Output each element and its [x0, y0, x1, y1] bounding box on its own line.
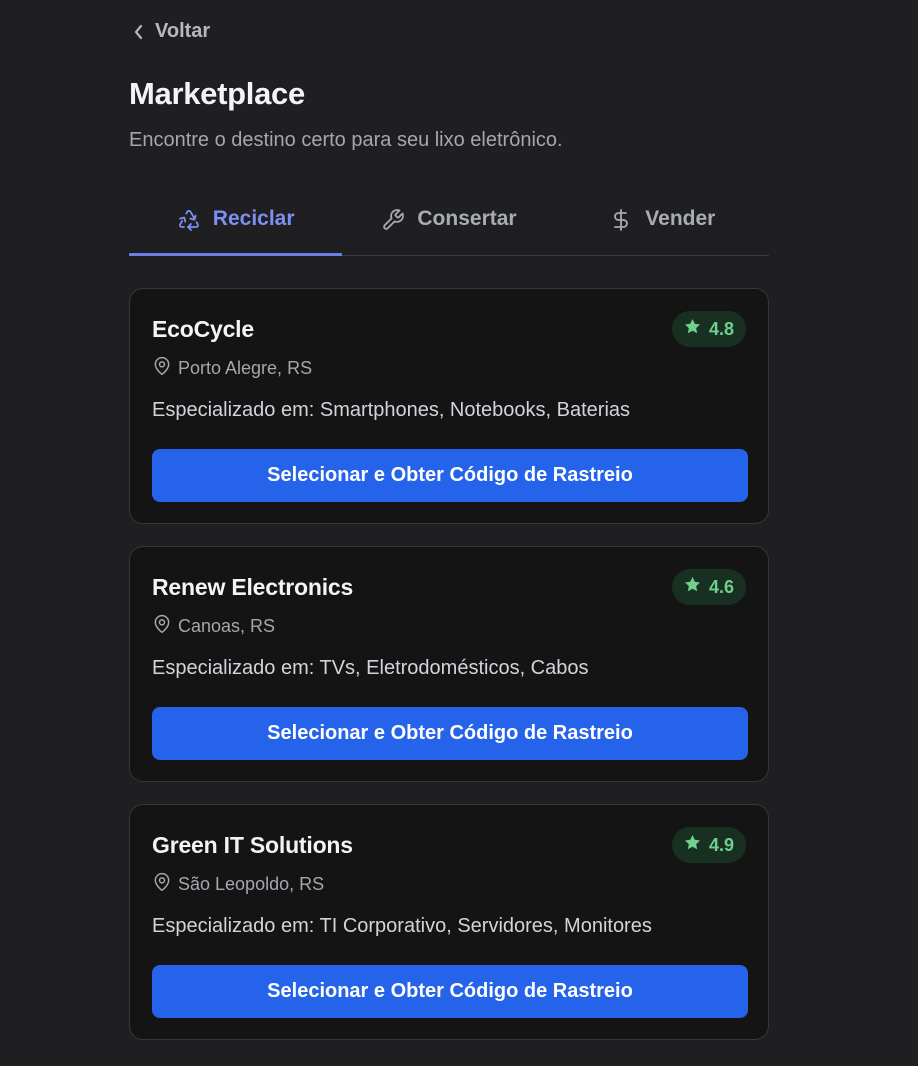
- marketplace-page: Voltar Marketplace Encontre o destino ce…: [0, 0, 918, 1066]
- card-specialty: Especializado em: TVs, Eletrodomésticos,…: [152, 657, 589, 679]
- card-location: Canoas, RS: [152, 614, 275, 639]
- dollar-icon: [609, 207, 633, 232]
- select-tracking-button[interactable]: Selecionar e Obter Código de Rastreio: [152, 707, 748, 760]
- tab-consertar[interactable]: Consertar: [342, 196, 555, 255]
- card-location: Porto Alegre, RS: [152, 356, 312, 381]
- back-label: Voltar: [155, 20, 211, 42]
- tab-label: Vender: [645, 207, 716, 230]
- star-icon: [683, 833, 702, 857]
- tab-label: Consertar: [417, 207, 517, 230]
- rating-value: 4.8: [708, 318, 734, 339]
- page-subtitle: Encontre o destino certo para seu lixo e…: [129, 129, 563, 151]
- star-icon: [683, 575, 702, 599]
- rating-value: 4.9: [708, 834, 734, 855]
- location-text: Canoas, RS: [178, 616, 276, 636]
- star-icon: [683, 317, 702, 341]
- tab-vender[interactable]: Vender: [556, 196, 769, 255]
- location-text: São Leopoldo, RS: [178, 874, 325, 894]
- card-title: Green IT Solutions: [152, 832, 353, 858]
- recycler-card: Green IT Solutions 4.9 São Leopoldo, RS …: [129, 804, 769, 1040]
- select-tracking-button[interactable]: Selecionar e Obter Código de Rastreio: [152, 449, 748, 502]
- card-location: São Leopoldo, RS: [152, 872, 324, 897]
- map-pin-icon: [152, 356, 172, 381]
- rating-value: 4.6: [708, 576, 734, 597]
- tab-label: Reciclar: [212, 207, 295, 230]
- page-title: Marketplace: [129, 76, 305, 111]
- rating-badge: 4.6: [671, 569, 746, 605]
- select-tracking-button[interactable]: Selecionar e Obter Código de Rastreio: [152, 965, 748, 1018]
- map-pin-icon: [152, 614, 172, 639]
- card-title: Renew Electronics: [152, 574, 354, 600]
- card-specialty: Especializado em: TI Corporativo, Servid…: [152, 915, 652, 937]
- card-title: EcoCycle: [152, 316, 254, 342]
- tab-bar: Reciclar Consertar Vender: [129, 196, 769, 256]
- recycler-card: Renew Electronics 4.6 Canoas, RS Especia…: [129, 546, 769, 782]
- map-pin-icon: [152, 872, 172, 897]
- card-specialty: Especializado em: Smartphones, Notebooks…: [152, 399, 631, 421]
- recycler-card: EcoCycle 4.8 Porto Alegre, RS Especializ…: [129, 288, 769, 524]
- wrench-icon: [381, 207, 405, 232]
- chevron-left-icon: [133, 24, 145, 40]
- location-text: Porto Alegre, RS: [178, 358, 313, 378]
- rating-badge: 4.8: [671, 311, 746, 347]
- recycle-icon: [177, 207, 201, 232]
- back-link[interactable]: Voltar: [133, 20, 210, 43]
- tab-reciclar[interactable]: Reciclar: [129, 196, 343, 256]
- rating-badge: 4.9: [671, 827, 746, 863]
